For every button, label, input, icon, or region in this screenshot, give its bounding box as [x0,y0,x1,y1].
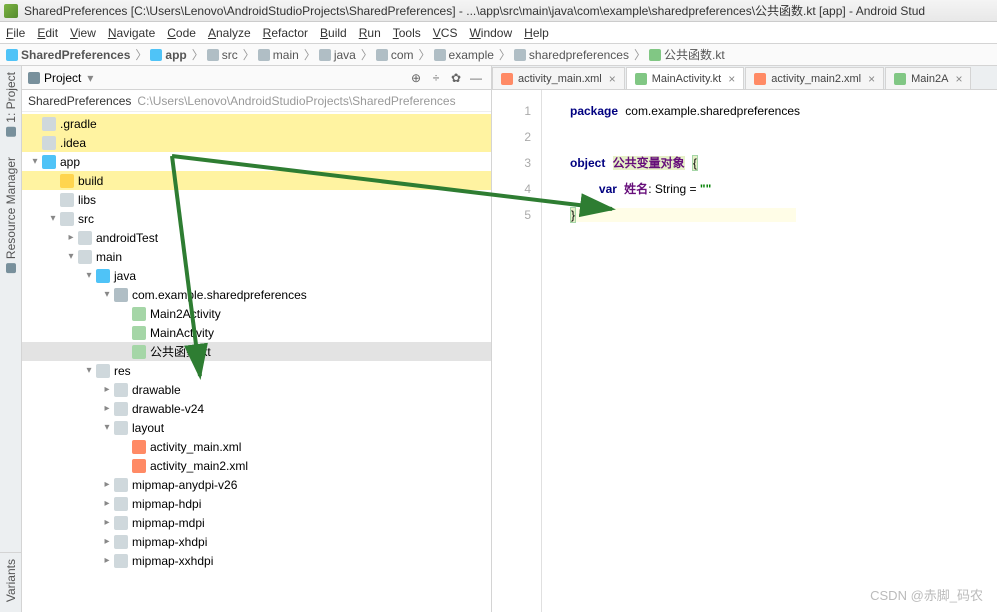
tool-project[interactable]: 1: Project [4,72,18,137]
close-icon[interactable]: × [609,72,616,86]
close-icon[interactable]: × [728,72,735,86]
project-dropdown[interactable]: Project ▾ [28,71,93,85]
tree-mipmap-mdpi[interactable]: ▸mipmap-mdpi [22,513,491,532]
menu-edit[interactable]: Edit [37,26,58,40]
tree-activity_main.xml[interactable]: activity_main.xml [22,437,491,456]
window-title: SharedPreferences [C:\Users\Lenovo\Andro… [24,2,925,19]
tree-mipmap-anydpi-v26[interactable]: ▸mipmap-anydpi-v26 [22,475,491,494]
crumb-sharedpreferences[interactable]: sharedpreferences [514,48,629,62]
menu-help[interactable]: Help [524,26,549,40]
crumb-公共函数.kt[interactable]: 公共函数.kt [649,46,725,63]
tree-drawable[interactable]: ▸drawable [22,380,491,399]
menu-analyze[interactable]: Analyze [208,26,251,40]
crumb-SharedPreferences[interactable]: SharedPreferences [6,48,130,62]
crumb-example[interactable]: example [434,48,494,62]
hide-icon[interactable]: — [467,71,485,85]
menu-tools[interactable]: Tools [393,26,421,40]
tree-mipmap-xhdpi[interactable]: ▸mipmap-xhdpi [22,532,491,551]
crumb-src[interactable]: src [207,48,238,62]
gutter: 12345 [492,90,542,612]
tree-activity_main2.xml[interactable]: activity_main2.xml [22,456,491,475]
tree-.idea[interactable]: .idea [22,133,491,152]
tool-build-variants[interactable]: Variants [4,559,18,602]
tab-Main2A[interactable]: Main2A× [885,67,971,89]
project-panel-header: Project ▾ ⊕ ÷ ✿ — [22,66,491,90]
crumb-app[interactable]: app [150,48,186,62]
project-panel: Project ▾ ⊕ ÷ ✿ — SharedPreferences C:\U… [22,66,492,612]
menu-navigate[interactable]: Navigate [108,26,155,40]
close-icon[interactable]: × [955,72,962,86]
menu-code[interactable]: Code [167,26,196,40]
tab-activity_main2.xml[interactable]: activity_main2.xml× [745,67,884,89]
tree-src[interactable]: ▾src [22,209,491,228]
watermark: CSDN @赤脚_码农 [870,585,983,604]
crumb-com[interactable]: com [376,48,414,62]
tree-drawable-v24[interactable]: ▸drawable-v24 [22,399,491,418]
expand-all-icon[interactable]: ÷ [427,71,445,85]
project-tree[interactable]: .gradle.idea▾appbuildlibs▾src▸androidTes… [22,112,491,612]
tree-公共函数.kt[interactable]: 公共函数.kt [22,342,491,361]
tree-androidTest[interactable]: ▸androidTest [22,228,491,247]
tree-.gradle[interactable]: .gradle [22,114,491,133]
crumb-java[interactable]: java [319,48,356,62]
tree-libs[interactable]: libs [22,190,491,209]
project-root-path: SharedPreferences C:\Users\Lenovo\Androi… [22,90,491,112]
editor-tabs: activity_main.xml×MainActivity.kt×activi… [492,66,997,90]
tree-com.example.sharedpreferences[interactable]: ▾com.example.sharedpreferences [22,285,491,304]
breadcrumb: SharedPreferences〉app〉src〉main〉java〉com〉… [0,44,997,66]
tree-app[interactable]: ▾app [22,152,491,171]
settings-icon[interactable]: ✿ [447,71,465,85]
tool-window-strip-left: 1: Project Resource Manager [0,66,22,612]
tree-mipmap-xxhdpi[interactable]: ▸mipmap-xxhdpi [22,551,491,570]
code-editor[interactable]: package com.example.sharedpreferences ob… [542,90,997,612]
tree-Main2Activity[interactable]: Main2Activity [22,304,491,323]
android-studio-icon [4,4,18,18]
tree-layout[interactable]: ▾layout [22,418,491,437]
tab-MainActivity.kt[interactable]: MainActivity.kt× [626,67,745,89]
menu-run[interactable]: Run [359,26,381,40]
menu-build[interactable]: Build [320,26,347,40]
close-icon[interactable]: × [868,72,875,86]
titlebar: SharedPreferences [C:\Users\Lenovo\Andro… [0,0,997,22]
crumb-main[interactable]: main [258,48,299,62]
select-opened-file-icon[interactable]: ⊕ [407,71,425,85]
editor-area: activity_main.xml×MainActivity.kt×activi… [492,66,997,612]
tree-build[interactable]: build [22,171,491,190]
menu-refactor[interactable]: Refactor [263,26,308,40]
tree-main[interactable]: ▾main [22,247,491,266]
tree-res[interactable]: ▾res [22,361,491,380]
tool-resource-manager[interactable]: Resource Manager [4,157,18,273]
menu-window[interactable]: Window [469,26,512,40]
tab-activity_main.xml[interactable]: activity_main.xml× [492,67,625,89]
menubar: File Edit View Navigate Code Analyze Refactor B… [0,22,997,44]
menu-vcs[interactable]: VCS [433,26,458,40]
menu-file[interactable]: File [6,26,25,40]
menu-view[interactable]: View [70,26,96,40]
tree-mipmap-hdpi[interactable]: ▸mipmap-hdpi [22,494,491,513]
tree-MainActivity[interactable]: MainActivity [22,323,491,342]
tree-java[interactable]: ▾java [22,266,491,285]
